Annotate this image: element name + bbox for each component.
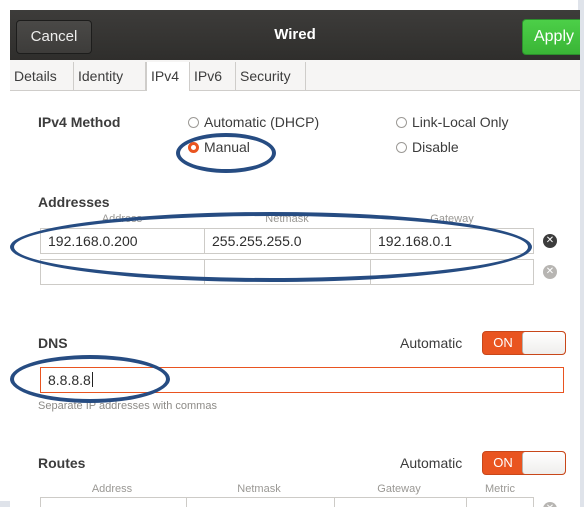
- ipv4-page: IPv4 Method Automatic (DHCP) Link-Local …: [10, 91, 580, 507]
- switch-on-text: ON: [493, 455, 513, 470]
- radio-manual-label: Manual: [204, 139, 250, 155]
- route-gateway-column-header: Gateway: [377, 483, 421, 495]
- tab-bar: Details Identity IPv4 IPv6 Security: [10, 62, 580, 91]
- dns-automatic-switch[interactable]: ON: [482, 331, 566, 355]
- tab-identity[interactable]: Identity: [74, 62, 146, 90]
- route-metric-column-header: Metric: [485, 483, 515, 495]
- clear-circle-icon[interactable]: ✕: [543, 502, 557, 507]
- apply-button[interactable]: Apply: [522, 19, 580, 55]
- route-netmask-column-header: Netmask: [237, 483, 281, 495]
- dns-hint: Separate IP addresses with commas: [38, 400, 217, 412]
- ipv4-method-label: IPv4 Method: [38, 114, 121, 130]
- radio-disable[interactable]: Disable: [396, 138, 459, 156]
- radio-manual[interactable]: Manual: [188, 138, 250, 156]
- radio-disable-label: Disable: [412, 139, 459, 155]
- route-netmask-field[interactable]: [186, 497, 335, 507]
- addresses-label: Addresses: [38, 194, 110, 210]
- dns-input[interactable]: 8.8.8.8: [40, 367, 564, 393]
- switch-knob: [522, 332, 565, 354]
- dns-label: DNS: [38, 335, 68, 351]
- netmask-field-empty[interactable]: [204, 259, 371, 285]
- radio-indicator: [188, 117, 199, 128]
- route-metric-field[interactable]: [466, 497, 534, 507]
- tab-ipv4[interactable]: IPv4: [146, 62, 190, 91]
- netmask-column-header: Netmask: [265, 213, 309, 225]
- route-gateway-field[interactable]: [334, 497, 467, 507]
- tab-details[interactable]: Details: [10, 62, 74, 90]
- radio-link-local-only-label: Link-Local Only: [412, 114, 509, 130]
- routes-automatic-label: Automatic: [400, 455, 463, 471]
- tab-security[interactable]: Security: [236, 62, 306, 90]
- address-field[interactable]: 192.168.0.200: [40, 228, 205, 254]
- netmask-field[interactable]: 255.255.255.0: [204, 228, 371, 254]
- radio-indicator: [396, 117, 407, 128]
- network-settings-dialog: Cancel Wired Apply Details Identity IPv4…: [10, 10, 580, 507]
- tab-ipv6[interactable]: IPv6: [190, 62, 236, 90]
- radio-indicator: [396, 142, 407, 153]
- address-column-header: Address: [101, 213, 143, 225]
- switch-knob: [522, 452, 565, 474]
- radio-automatic-dhcp[interactable]: Automatic (DHCP): [188, 113, 319, 131]
- clear-circle-icon[interactable]: ✕: [543, 265, 557, 279]
- routes-automatic-switch[interactable]: ON: [482, 451, 566, 475]
- address-field-empty[interactable]: [40, 259, 205, 285]
- route-address-column-header: Address: [91, 483, 133, 495]
- header-bar: Cancel Wired Apply: [10, 10, 580, 60]
- window-title: Wired: [274, 26, 316, 43]
- dns-value: 8.8.8.8: [48, 372, 91, 388]
- switch-on-text: ON: [493, 335, 513, 350]
- clear-circle-icon[interactable]: ✕: [543, 234, 557, 248]
- text-cursor: [91, 372, 93, 387]
- gateway-field-empty[interactable]: [370, 259, 534, 285]
- radio-automatic-dhcp-label: Automatic (DHCP): [204, 114, 320, 130]
- radio-link-local-only[interactable]: Link-Local Only: [396, 113, 509, 131]
- radio-indicator-selected: [188, 142, 199, 153]
- routes-label: Routes: [38, 455, 86, 471]
- gateway-column-header: Gateway: [430, 213, 474, 225]
- route-address-field[interactable]: [40, 497, 187, 507]
- dns-automatic-label: Automatic: [400, 335, 463, 351]
- gateway-field[interactable]: 192.168.0.1: [370, 228, 534, 254]
